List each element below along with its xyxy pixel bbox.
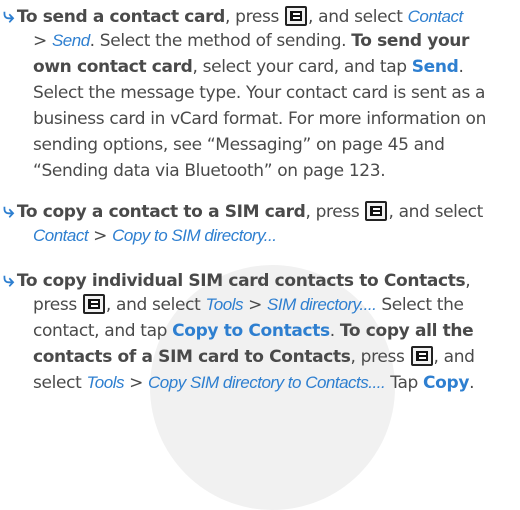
text: > bbox=[33, 31, 47, 51]
text: . bbox=[329, 321, 335, 341]
text: . bbox=[458, 57, 464, 77]
line: “Sending data via Bluetooth” on page 123… bbox=[33, 161, 386, 181]
text: > bbox=[129, 373, 143, 393]
line: contact, and tap Copy to Contacts. To co… bbox=[33, 320, 474, 342]
menu-key-icon bbox=[285, 5, 308, 26]
text: Tap bbox=[390, 373, 418, 393]
bold-text: To copy a contact to a SIM card bbox=[16, 202, 306, 222]
text: , and select bbox=[105, 295, 201, 315]
text: . Select the method of sending. bbox=[89, 31, 347, 51]
arrow-right-icon: ⤷ bbox=[3, 198, 14, 222]
text: , press bbox=[305, 202, 360, 222]
line: Contact > Copy to SIM directory... bbox=[33, 225, 277, 247]
arrow-right-icon: ⤷ bbox=[3, 267, 14, 291]
line: ⤷ To copy individual SIM card contacts to… bbox=[3, 267, 471, 292]
bold-text: To copy individual SIM card contacts to … bbox=[16, 271, 466, 291]
line: business card in vCard format. For more … bbox=[33, 109, 487, 129]
text: , press bbox=[225, 7, 279, 27]
bold-text: contacts of a SIM card to Contacts bbox=[33, 347, 351, 367]
text: , and bbox=[433, 347, 475, 367]
line: > Send. Select the method of sending. To… bbox=[33, 30, 469, 52]
bold-text: To send a contact card bbox=[16, 7, 226, 27]
menu-key-icon bbox=[82, 293, 105, 314]
menu-path-sim-directory: SIM directory.... bbox=[267, 295, 377, 314]
menu-path-copy-sim-directory: Copy SIM directory to Contacts.... bbox=[148, 373, 386, 392]
line: ⤷ To copy a contact to a SIM card, press … bbox=[3, 199, 483, 223]
text: contact, and tap bbox=[33, 321, 168, 341]
line: Select the message type. Your contact ca… bbox=[33, 83, 486, 103]
line: own contact card, select your card, and … bbox=[33, 56, 464, 78]
bold-text: To send your bbox=[351, 31, 470, 51]
line: ⤷ To send a contact card, press , and sel… bbox=[3, 4, 463, 28]
menu-key-icon bbox=[410, 345, 433, 366]
text: > bbox=[93, 226, 108, 246]
line: sending options, see “Messaging” on page… bbox=[33, 135, 445, 155]
menu-path-contact: Contact bbox=[407, 7, 464, 26]
text: , press bbox=[350, 347, 405, 367]
text: . bbox=[469, 373, 475, 393]
command-copy-to-contacts: Copy to Contacts bbox=[172, 321, 330, 341]
menu-path-copy-to-sim: Copy to SIM directory... bbox=[112, 226, 277, 245]
text: , select your card, and tap bbox=[192, 57, 408, 77]
bold-text: own contact card bbox=[33, 57, 193, 77]
text: press bbox=[33, 295, 77, 315]
line: press , and select Tools > SIM directory… bbox=[33, 293, 464, 316]
line: contacts of a SIM card to Contacts, pres… bbox=[33, 345, 475, 368]
arrow-right-icon: ⤷ bbox=[3, 3, 14, 27]
text: , bbox=[465, 271, 471, 291]
text: , and select bbox=[388, 202, 483, 222]
command-copy: Copy bbox=[423, 373, 470, 393]
text: select bbox=[33, 373, 82, 393]
text: , and select bbox=[308, 7, 403, 27]
menu-key-icon bbox=[365, 200, 388, 221]
bold-text: To copy all the bbox=[339, 321, 474, 341]
text: Select the bbox=[381, 295, 464, 315]
menu-path-contact: Contact bbox=[33, 226, 89, 245]
menu-path-tools: Tools bbox=[86, 373, 124, 392]
command-send: Send bbox=[411, 57, 459, 77]
text: > bbox=[248, 295, 262, 315]
line: select Tools > Copy SIM directory to Con… bbox=[33, 372, 474, 394]
menu-path-tools: Tools bbox=[205, 295, 243, 314]
menu-path-send: Send bbox=[51, 31, 90, 50]
